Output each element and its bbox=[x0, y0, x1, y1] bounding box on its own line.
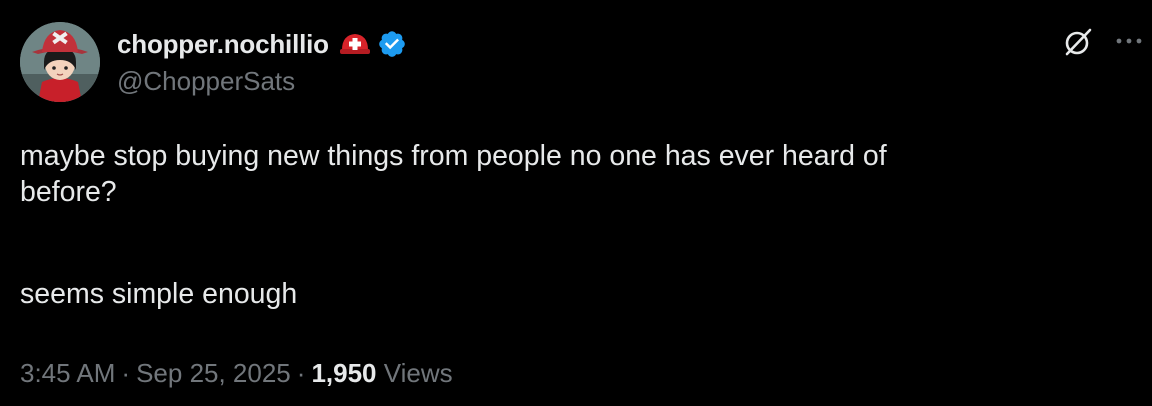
meta-separator: · bbox=[296, 358, 306, 388]
rescue-worker-helmet-icon bbox=[339, 30, 371, 58]
tweet: chopper.nochillio @ChopperSats maybe sto… bbox=[0, 0, 1152, 406]
tweet-text-line: maybe stop buying new things from people… bbox=[20, 140, 887, 172]
tweet-text-line: before? bbox=[20, 176, 117, 208]
views-label: Views bbox=[383, 358, 453, 388]
grok-icon[interactable] bbox=[1062, 26, 1094, 58]
tweet-text-line: seems simple enough bbox=[20, 278, 298, 310]
tweet-meta: 3:45 AM · Sep 25, 2025 · 1,950 Views bbox=[20, 358, 453, 389]
handle[interactable]: @ChopperSats bbox=[117, 66, 295, 97]
timestamp-date[interactable]: Sep 25, 2025 bbox=[136, 358, 291, 388]
avatar-image bbox=[20, 22, 100, 102]
verified-badge-icon[interactable] bbox=[377, 29, 407, 59]
tweet-text: maybe stop buying new things from people… bbox=[20, 138, 1120, 312]
display-name-row: chopper.nochillio bbox=[117, 26, 407, 62]
meta-separator: · bbox=[121, 358, 131, 388]
avatar[interactable] bbox=[20, 22, 100, 102]
views-count[interactable]: 1,950 bbox=[311, 358, 376, 388]
timestamp-time[interactable]: 3:45 AM bbox=[20, 358, 115, 388]
more-icon[interactable] bbox=[1114, 34, 1144, 48]
display-name[interactable]: chopper.nochillio bbox=[117, 29, 329, 60]
